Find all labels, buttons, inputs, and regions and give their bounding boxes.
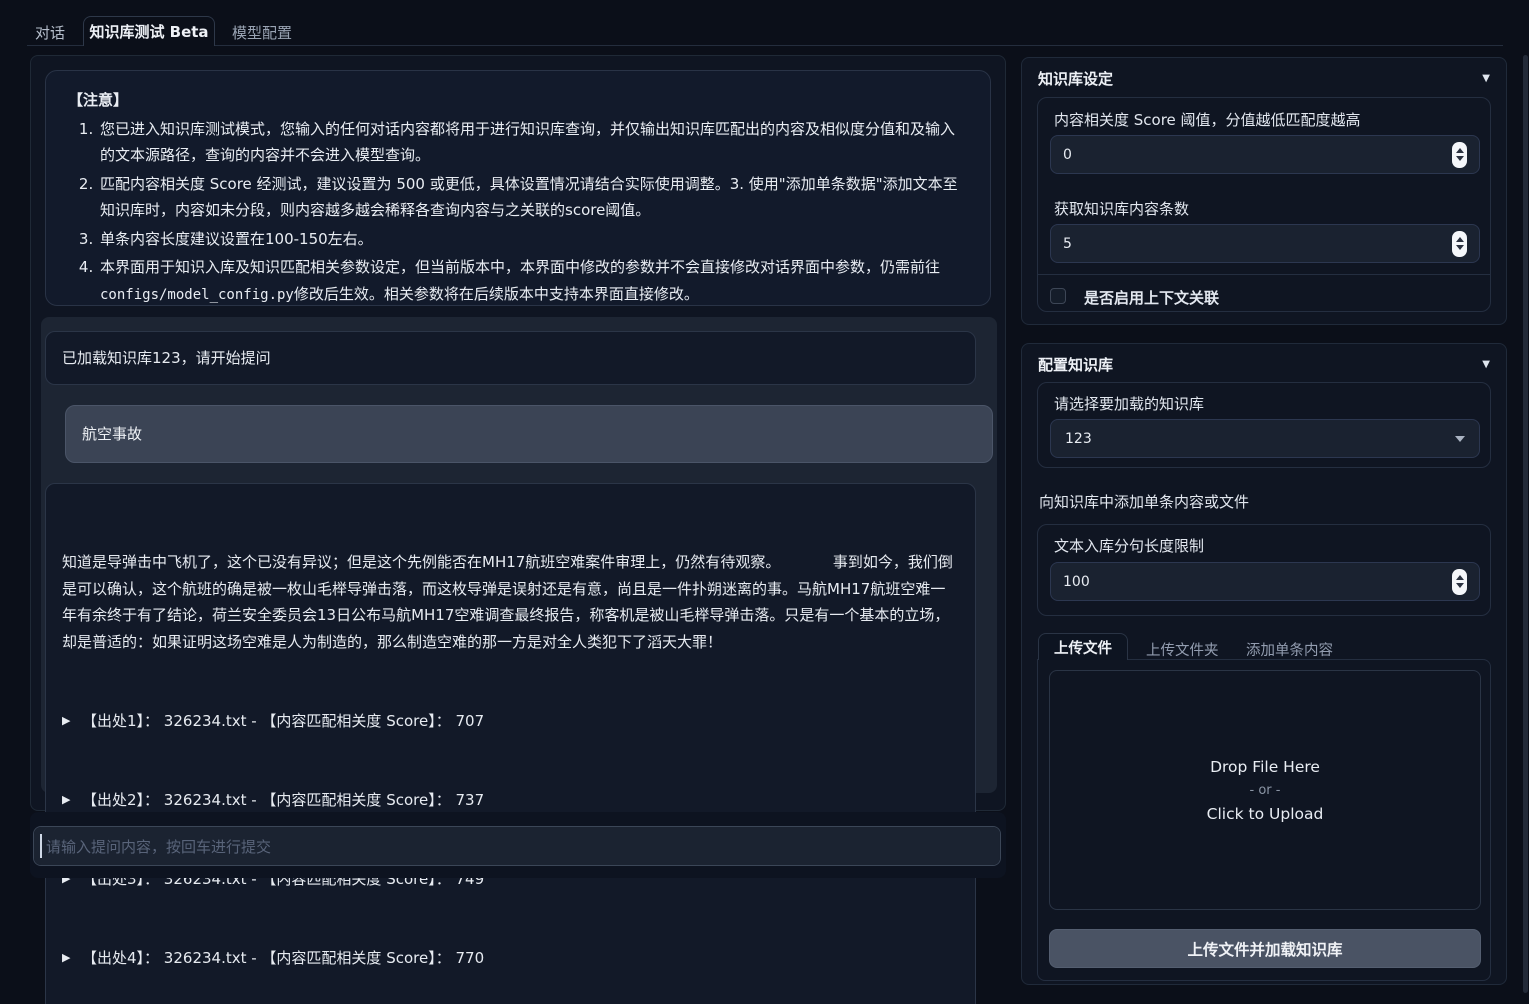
kb-config-title: 配置知识库 bbox=[1038, 354, 1113, 375]
file-dropzone[interactable]: Drop File Here - or - Click to Upload bbox=[1049, 670, 1481, 910]
notice-item: 单条内容长度建议设置在100-150左右。 bbox=[98, 226, 968, 253]
kb-config-accordion: 配置知识库 ▼ 请选择要加载的知识库 123 向知识库中添加单条内容或文件 文本… bbox=[1021, 343, 1507, 985]
user-message: 航空事故 bbox=[65, 405, 993, 463]
notice-title: 【注意】 bbox=[68, 87, 968, 114]
number-stepper-icon[interactable] bbox=[1452, 569, 1467, 595]
dropzone-or-text: - or - bbox=[1250, 783, 1281, 798]
bot-answer-text: 知道是导弹击中飞机了，这个已没有异议；但是这个先例能否在MH17航班空难案件审理… bbox=[62, 549, 959, 655]
source-label: 【出处1】： 326234.txt - 【内容匹配相关度 Score】： 707 bbox=[82, 708, 484, 735]
top-k-value: 5 bbox=[1063, 236, 1452, 252]
sentence-size-input[interactable]: 100 bbox=[1050, 562, 1480, 601]
tab-nav-divider bbox=[27, 45, 1503, 46]
app-window: 对话 知识库测试 Beta 模型配置 【注意】 您已进入知识库测试模式，您输入的… bbox=[0, 0, 1529, 1004]
score-threshold-input[interactable]: 0 bbox=[1050, 135, 1480, 174]
dropzone-click-text: Click to Upload bbox=[1207, 805, 1324, 823]
chevron-down-icon: ▼ bbox=[1482, 359, 1490, 370]
score-threshold-label: 内容相关度 Score 阈值，分值越低匹配度越高 bbox=[1054, 109, 1361, 130]
notice-markdown: 【注意】 您已进入知识库测试模式，您输入的任何对话内容都将用于进行知识库查询，并… bbox=[45, 70, 991, 306]
kb-settings-accordion: 知识库设定 ▼ 内容相关度 Score 阈值，分值越低匹配度越高 0 获取知识库… bbox=[1021, 57, 1507, 325]
top-k-label: 获取知识库内容条数 bbox=[1054, 198, 1189, 219]
notice-item: 匹配内容相关度 Score 经测试，建议设置为 500 或更低，具体设置情况请结… bbox=[98, 171, 968, 224]
tab-add-single-content[interactable]: 添加单条内容 bbox=[1246, 639, 1333, 660]
context-toggle-checkbox[interactable] bbox=[1050, 288, 1066, 304]
text-cursor bbox=[40, 834, 42, 858]
number-stepper-icon[interactable] bbox=[1452, 231, 1467, 257]
chevron-down-icon: ▼ bbox=[1482, 73, 1490, 84]
number-stepper-icon[interactable] bbox=[1452, 142, 1467, 168]
bot-message-answer: 知道是导弹击中飞机了，这个已没有异议；但是这个先例能否在MH17航班空难案件审理… bbox=[45, 483, 976, 1004]
kb-select-group: 请选择要加载的知识库 123 bbox=[1037, 382, 1491, 468]
chat-panel: 【注意】 您已进入知识库测试模式，您输入的任何对话内容都将用于进行知识库查询，并… bbox=[30, 55, 1006, 811]
dropdown-caret-icon bbox=[1455, 436, 1465, 442]
notice-item-text: 本界面用于知识入库及知识匹配相关参数设定，但当前版本中，本界面中修改的参数并不会… bbox=[100, 258, 940, 276]
tab-model-config[interactable]: 模型配置 bbox=[232, 22, 292, 43]
top-k-input[interactable]: 5 bbox=[1050, 224, 1480, 263]
kb-settings-accordion-header[interactable]: 知识库设定 ▼ bbox=[1022, 58, 1506, 98]
tab-upload-folder[interactable]: 上传文件夹 bbox=[1146, 639, 1219, 660]
triangle-collapsed-icon[interactable]: ▶ bbox=[62, 945, 82, 972]
triangle-collapsed-icon[interactable]: ▶ bbox=[62, 787, 82, 814]
score-threshold-value: 0 bbox=[1063, 147, 1452, 163]
sentence-size-value: 100 bbox=[1063, 574, 1452, 590]
kb-select-dropdown[interactable]: 123 bbox=[1050, 419, 1480, 458]
source-label: 【出处2】： 326234.txt - 【内容匹配相关度 Score】： 737 bbox=[82, 787, 484, 814]
notice-item-text: 修改后生效。相关参数将在后续版本中支持本界面直接修改。 bbox=[294, 285, 699, 303]
sentence-size-label: 文本入库分句长度限制 bbox=[1054, 535, 1204, 556]
triangle-collapsed-icon[interactable]: ▶ bbox=[62, 708, 82, 735]
upload-tab-panel: Drop File Here - or - Click to Upload 上传… bbox=[1037, 659, 1491, 981]
notice-list: 您已进入知识库测试模式，您输入的任何对话内容都将用于进行知识库查询，并仅输出知识… bbox=[68, 116, 968, 309]
sentence-size-group: 文本入库分句长度限制 100 bbox=[1037, 524, 1491, 616]
source-details-1[interactable]: ▶【出处1】： 326234.txt - 【内容匹配相关度 Score】： 70… bbox=[62, 708, 959, 734]
notice-item: 本界面用于知识入库及知识匹配相关参数设定，但当前版本中，本界面中修改的参数并不会… bbox=[98, 254, 968, 308]
dropzone-drop-text: Drop File Here bbox=[1210, 758, 1320, 776]
source-details-2[interactable]: ▶【出处2】： 326234.txt - 【内容匹配相关度 Score】： 73… bbox=[62, 787, 959, 813]
chat-input[interactable] bbox=[33, 826, 1001, 866]
source-label: 【出处4】： 326234.txt - 【内容匹配相关度 Score】： 770 bbox=[82, 945, 484, 972]
tab-knowledge-base-test[interactable]: 知识库测试 Beta bbox=[83, 16, 215, 46]
bot-message-intro: 已加载知识库123，请开始提问 bbox=[45, 331, 976, 385]
kb-settings-group: 内容相关度 Score 阈值，分值越低匹配度越高 0 获取知识库内容条数 5 是… bbox=[1037, 97, 1491, 312]
kb-settings-title: 知识库设定 bbox=[1038, 68, 1113, 89]
add-content-label: 向知识库中添加单条内容或文件 bbox=[1039, 491, 1249, 512]
page-scrollbar[interactable] bbox=[1523, 55, 1528, 993]
notice-item-code-path: configs/model_config.py bbox=[100, 287, 294, 303]
kb-select-value: 123 bbox=[1065, 431, 1092, 447]
kb-config-accordion-header[interactable]: 配置知识库 ▼ bbox=[1022, 344, 1506, 384]
notice-item: 您已进入知识库测试模式，您输入的任何对话内容都将用于进行知识库查询，并仅输出知识… bbox=[98, 116, 968, 169]
tab-dialog[interactable]: 对话 bbox=[35, 22, 65, 43]
context-toggle-label[interactable]: 是否启用上下文关联 bbox=[1084, 287, 1219, 308]
upload-and-load-kb-button[interactable]: 上传文件并加载知识库 bbox=[1049, 929, 1481, 968]
group-divider bbox=[1038, 274, 1490, 275]
source-details-4[interactable]: ▶【出处4】： 326234.txt - 【内容匹配相关度 Score】： 77… bbox=[62, 945, 959, 971]
kb-select-label: 请选择要加载的知识库 bbox=[1054, 393, 1204, 414]
tab-upload-file[interactable]: 上传文件 bbox=[1038, 633, 1128, 660]
chatbot-area: 已加载知识库123，请开始提问 航空事故 知道是导弹击中飞机了，这个已没有异议；… bbox=[41, 317, 997, 793]
